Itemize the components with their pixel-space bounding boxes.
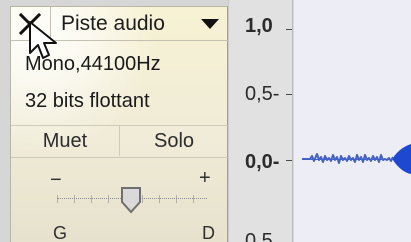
ruler-label-zero: 0,0- — [245, 151, 280, 173]
ruler-label-bottom: 0,5 — [245, 230, 273, 242]
waveform-area[interactable] — [294, 0, 411, 242]
track-name[interactable]: Piste audio — [61, 13, 165, 34]
ruler-tick — [286, 160, 292, 161]
gain-minus-label: − — [50, 169, 62, 191]
gain-plus-label: + — [199, 167, 211, 189]
gain-slider[interactable]: − + G D — [35, 167, 225, 242]
amplitude-ruler: 1,0 0,5- 0,0- 0,5 — [228, 0, 293, 242]
ruler-label-mid: 0,5- — [245, 83, 280, 105]
cursor-icon — [29, 21, 57, 59]
ruler-tick — [286, 94, 292, 95]
audacity-track-view: Piste audio Mono,44100Hz 32 bits flottan… — [0, 0, 411, 242]
track-buttons: Muet Solo — [11, 125, 228, 158]
slider-thumb-icon[interactable] — [120, 186, 142, 214]
ruler-tick — [286, 29, 292, 30]
track-control-panel: Piste audio Mono,44100Hz 32 bits flottan… — [10, 6, 228, 242]
track-sample-format: 32 bits flottant — [25, 90, 150, 112]
solo-button[interactable]: Solo — [120, 126, 228, 156]
pan-right-label: D — [202, 223, 215, 242]
dropdown-icon[interactable] — [200, 18, 220, 30]
waveform-graph[interactable] — [294, 0, 411, 242]
pan-left-label: G — [53, 223, 68, 242]
mute-button[interactable]: Muet — [11, 126, 120, 156]
ruler-label-top: 1,0 — [245, 15, 273, 37]
